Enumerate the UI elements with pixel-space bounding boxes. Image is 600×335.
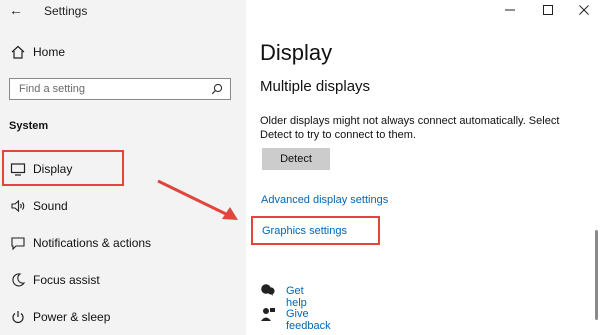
message-icon bbox=[9, 234, 27, 252]
sidebar-item-power-sleep[interactable]: Power & sleep bbox=[0, 305, 246, 331]
search-icon bbox=[211, 83, 223, 95]
sidebar-item-home[interactable]: Home bbox=[0, 40, 246, 66]
app-title: Settings bbox=[44, 4, 88, 18]
maximize-icon[interactable] bbox=[538, 2, 558, 18]
description-text: Older displays might not always connect … bbox=[260, 115, 560, 141]
sidebar-item-focus-assist[interactable]: Focus assist bbox=[0, 268, 246, 294]
sidebar-item-label: Home bbox=[33, 45, 66, 59]
sidebar-item-label: Focus assist bbox=[33, 273, 100, 287]
moon-icon bbox=[9, 271, 27, 289]
search-placeholder: Find a setting bbox=[19, 83, 86, 95]
give-feedback-label[interactable]: Give feedback bbox=[286, 308, 331, 332]
search-input[interactable]: Find a setting bbox=[9, 78, 231, 100]
highlight-box-display bbox=[2, 150, 124, 186]
minimize-icon[interactable] bbox=[500, 2, 520, 18]
sidebar-item-label: Power & sleep bbox=[33, 310, 111, 324]
section-title: Multiple displays bbox=[260, 78, 371, 95]
close-icon[interactable] bbox=[574, 2, 594, 18]
power-icon bbox=[9, 308, 27, 326]
speaker-icon bbox=[9, 197, 27, 215]
advanced-display-settings-link[interactable]: Advanced display settings bbox=[261, 194, 388, 206]
sidebar-item-label: Sound bbox=[33, 199, 68, 213]
detect-button[interactable]: Detect bbox=[262, 148, 330, 170]
page-title: Display bbox=[260, 40, 333, 65]
scrollbar[interactable] bbox=[595, 230, 598, 320]
feedback-icon bbox=[261, 308, 275, 321]
back-arrow-icon[interactable]: ← bbox=[6, 2, 26, 18]
help-chat-icon bbox=[261, 284, 275, 296]
sidebar-item-notifications[interactable]: Notifications & actions bbox=[0, 231, 246, 257]
get-help-label[interactable]: Get help bbox=[286, 285, 307, 309]
highlight-box-graphics bbox=[251, 216, 380, 245]
sidebar-item-label: Notifications & actions bbox=[33, 236, 152, 250]
annotation-arrow bbox=[157, 179, 238, 220]
section-label-system: System bbox=[9, 120, 49, 132]
home-icon bbox=[9, 43, 27, 61]
